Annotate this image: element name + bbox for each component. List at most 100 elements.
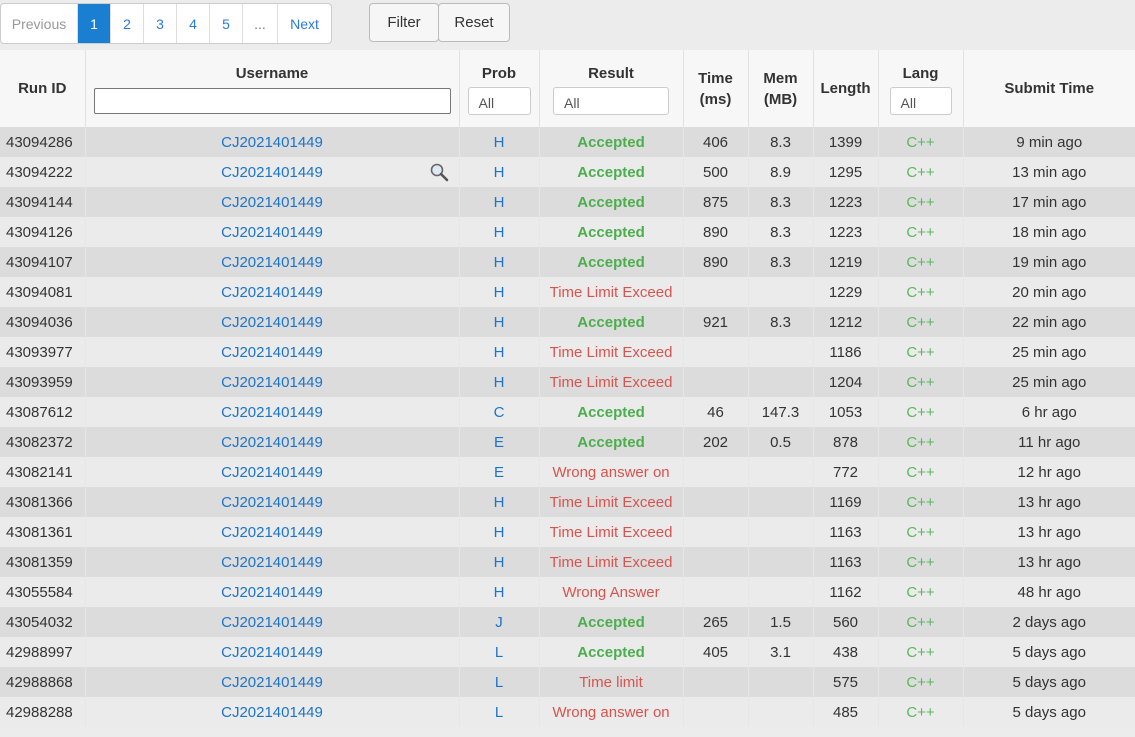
length-text: 1223 xyxy=(828,223,863,241)
username-link[interactable]: CJ2021401449 xyxy=(221,224,323,241)
problem-cell: H xyxy=(459,247,540,277)
pagination-ellipsis[interactable]: ... xyxy=(242,4,277,43)
magnifier-icon[interactable] xyxy=(429,162,449,182)
username-link[interactable]: CJ2021401449 xyxy=(221,134,323,151)
problem-link[interactable]: E xyxy=(494,464,504,481)
submit-time-text: 13 hr ago xyxy=(1017,523,1081,541)
pagination-page-1[interactable]: 1 xyxy=(77,4,110,43)
language-text: C++ xyxy=(906,703,935,721)
pagination-next[interactable]: Next xyxy=(277,4,331,43)
result-text: Time limit xyxy=(579,673,643,691)
problem-link[interactable]: H xyxy=(494,134,505,151)
table-row: 43094144 CJ2021401449 H Accepted 875 8.3 1223 C… xyxy=(0,187,1135,217)
table-row: 43094107 CJ2021401449 H Accepted 890 8.3 1219 C… xyxy=(0,247,1135,277)
length-text: 1169 xyxy=(829,493,862,511)
language-cell: C++ xyxy=(878,217,964,247)
username-link[interactable]: CJ2021401449 xyxy=(221,494,323,511)
memory-cell xyxy=(748,457,814,487)
language-cell: C++ xyxy=(878,397,964,427)
submit-time-cell: 6 hr ago xyxy=(963,397,1135,427)
username-link[interactable]: CJ2021401449 xyxy=(221,314,323,331)
submit-time-cell: 22 min ago xyxy=(963,307,1135,337)
problem-link[interactable]: H xyxy=(494,554,505,571)
submit-time-cell: 18 min ago xyxy=(963,217,1135,247)
header-run-id-label: Run ID xyxy=(18,80,67,97)
run-id-text: 43094107 xyxy=(6,253,73,271)
table-row: 43094222 CJ2021401449 H Accepted 500 8.9 1295 C… xyxy=(0,157,1135,187)
language-text: C++ xyxy=(906,433,935,451)
pagination-page-2[interactable]: 2 xyxy=(110,4,143,43)
problem-link[interactable]: H xyxy=(494,494,505,511)
submit-time-text: 12 hr ago xyxy=(1017,463,1081,481)
username-link[interactable]: CJ2021401449 xyxy=(221,254,323,271)
username-link[interactable]: CJ2021401449 xyxy=(221,554,323,571)
length-text: 772 xyxy=(832,463,859,481)
problem-link[interactable]: J xyxy=(495,614,503,631)
time-cell xyxy=(683,277,749,307)
pagination-page-3[interactable]: 3 xyxy=(143,4,176,43)
memory-cell xyxy=(748,547,814,577)
reset-button[interactable]: Reset xyxy=(438,3,510,42)
problem-link[interactable]: L xyxy=(495,674,503,691)
problem-link[interactable]: L xyxy=(495,644,503,661)
problem-link[interactable]: H xyxy=(494,164,505,181)
problem-link[interactable]: H xyxy=(494,344,505,361)
time-cell xyxy=(683,577,749,607)
pagination-previous[interactable]: Previous xyxy=(1,4,77,43)
problem-link[interactable]: H xyxy=(494,524,505,541)
header-mem: Mem (MB) xyxy=(748,50,814,127)
username-link[interactable]: CJ2021401449 xyxy=(221,464,323,481)
problem-link[interactable]: H xyxy=(494,374,505,391)
problem-link[interactable]: H xyxy=(494,224,505,241)
username-link[interactable]: CJ2021401449 xyxy=(221,704,323,721)
username-link[interactable]: CJ2021401449 xyxy=(221,674,323,691)
lang-filter-select[interactable]: All xyxy=(889,86,952,115)
username-link[interactable]: CJ2021401449 xyxy=(221,164,323,181)
header-prob-label: Prob xyxy=(481,64,517,82)
memory-text: 8.3 xyxy=(770,253,791,271)
memory-cell xyxy=(748,697,814,727)
submit-time-text: 9 min ago xyxy=(1016,133,1083,151)
submit-time-text: 17 min ago xyxy=(1012,193,1087,211)
language-cell: C++ xyxy=(878,577,964,607)
result-filter-select[interactable]: All xyxy=(553,86,669,115)
filter-button[interactable]: Filter xyxy=(369,3,439,42)
problem-link[interactable]: H xyxy=(494,254,505,271)
problem-link[interactable]: E xyxy=(494,434,504,451)
length-cell: 1163 xyxy=(813,547,879,577)
length-text: 438 xyxy=(832,643,859,661)
submit-time-text: 25 min ago xyxy=(1012,343,1087,361)
length-text: 1223 xyxy=(828,193,863,211)
username-link[interactable]: CJ2021401449 xyxy=(221,614,323,631)
result-cell: Accepted xyxy=(539,397,684,427)
run-id-cell: 43094126 xyxy=(0,217,86,247)
username-filter-input[interactable] xyxy=(93,88,451,114)
memory-cell xyxy=(748,517,814,547)
length-text: 1204 xyxy=(828,373,863,391)
username-link[interactable]: CJ2021401449 xyxy=(221,344,323,361)
problem-link[interactable]: H xyxy=(494,284,505,301)
run-id-text: 43081359 xyxy=(6,553,73,571)
problem-link[interactable]: L xyxy=(495,704,503,721)
pagination-page-4[interactable]: 4 xyxy=(176,4,209,43)
username-link[interactable]: CJ2021401449 xyxy=(221,284,323,301)
username-link[interactable]: CJ2021401449 xyxy=(221,404,323,421)
submit-time-cell: 25 min ago xyxy=(963,337,1135,367)
time-text: 46 xyxy=(707,403,724,421)
problem-link[interactable]: H xyxy=(494,584,505,601)
problem-link[interactable]: C xyxy=(494,404,505,421)
submit-time-cell: 13 hr ago xyxy=(963,517,1135,547)
username-link[interactable]: CJ2021401449 xyxy=(221,524,323,541)
length-cell: 1053 xyxy=(813,397,879,427)
problem-link[interactable]: H xyxy=(494,314,505,331)
username-link[interactable]: CJ2021401449 xyxy=(221,194,323,211)
username-link[interactable]: CJ2021401449 xyxy=(221,644,323,661)
pagination-page-5[interactable]: 5 xyxy=(209,4,242,43)
time-cell: 890 xyxy=(683,247,749,277)
username-link[interactable]: CJ2021401449 xyxy=(221,584,323,601)
username-link[interactable]: CJ2021401449 xyxy=(221,374,323,391)
problem-link[interactable]: H xyxy=(494,194,505,211)
username-link[interactable]: CJ2021401449 xyxy=(221,434,323,451)
result-text: Time Limit Exceed xyxy=(549,343,673,361)
prob-filter-select[interactable]: All xyxy=(467,86,531,115)
